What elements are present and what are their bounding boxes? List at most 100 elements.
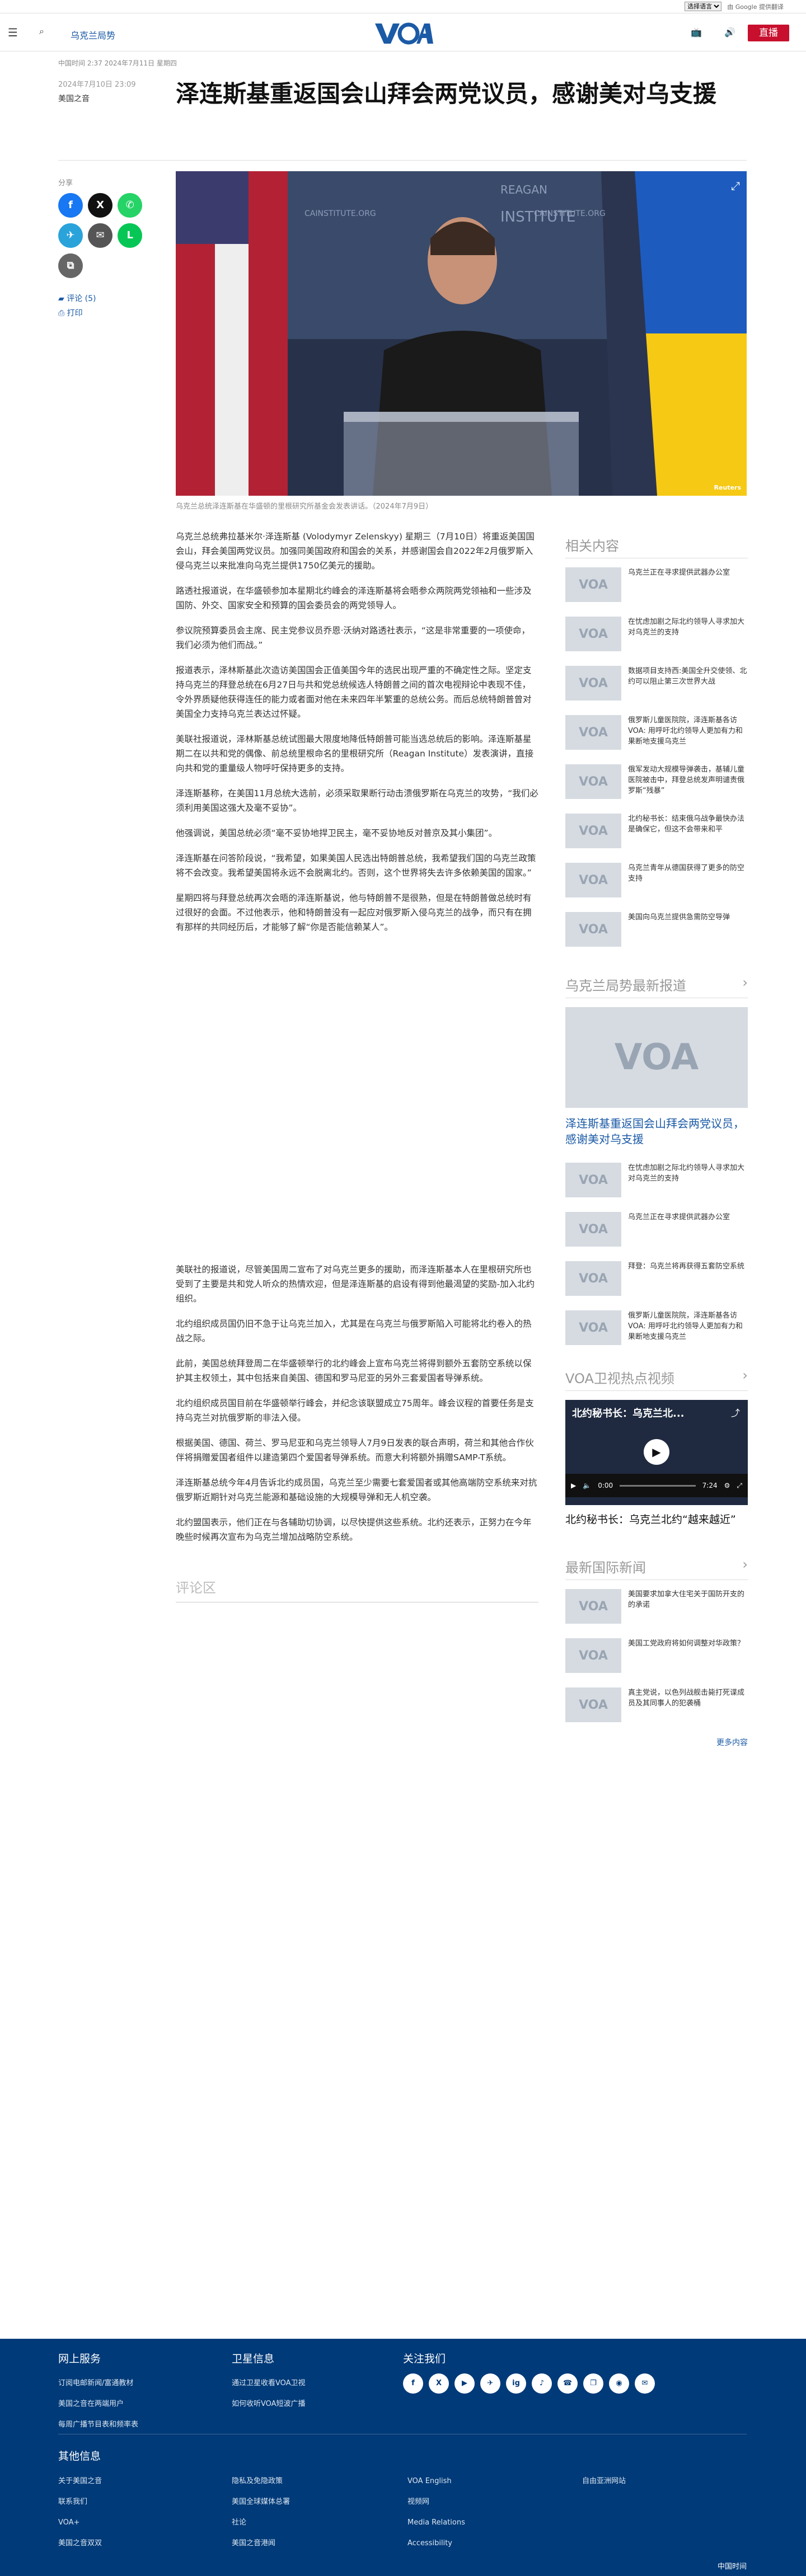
voa-logo[interactable] bbox=[374, 21, 433, 45]
youtube-icon[interactable]: ▶ bbox=[454, 2373, 475, 2394]
telegram-share-icon[interactable]: ✈ bbox=[58, 223, 83, 248]
line-share-icon[interactable]: L bbox=[118, 223, 143, 248]
related-item[interactable]: VOA 俄罗斯儿童医院院，泽连斯基各访VOA: 用呼吁北约领导人更加有力和果断地支… bbox=[565, 715, 748, 753]
x-icon[interactable]: X bbox=[429, 2373, 449, 2394]
share-panel: 分享 f X ✆ ✈ ✉ L ⧉ ▰ 评论 (5) ⎙ 打印 bbox=[58, 177, 159, 321]
footer-link[interactable]: VOA English bbox=[407, 2471, 465, 2492]
latest-ukraine-news: 乌克兰局势最新报道 › VOA 泽连斯基重返国会山拜会两党议员，感谢美对乌支援 V… bbox=[565, 975, 748, 1360]
footer-link[interactable]: 自由亚洲网站 bbox=[582, 2471, 626, 2492]
related-item[interactable]: VOA 美国向乌克兰提供急需防空导弹 bbox=[565, 912, 748, 950]
featured-title[interactable]: 泽连斯基重返国会山拜会两党议员，感谢美对乌支援 bbox=[565, 1116, 748, 1147]
footer-link[interactable]: 美国之音双双 bbox=[58, 2533, 102, 2554]
footer-link[interactable]: 关于美国之音 bbox=[58, 2471, 102, 2492]
footer-link[interactable]: 美国全球媒体总署 bbox=[232, 2492, 290, 2512]
footer-link[interactable]: 美国之音港闻 bbox=[232, 2533, 290, 2554]
print-icon: ⎙ bbox=[58, 309, 67, 318]
featured-thumbnail[interactable]: VOA bbox=[565, 1007, 748, 1108]
print-link[interactable]: ⎙ 打印 bbox=[58, 306, 159, 321]
play-icon[interactable]: ▶ bbox=[644, 1439, 669, 1465]
telegram-icon[interactable]: ✈ bbox=[480, 2373, 500, 2394]
instagram-icon[interactable]: ig bbox=[506, 2373, 526, 2394]
thumbnail-voa-icon: VOA bbox=[565, 1310, 621, 1345]
share-icon[interactable]: ⤴ bbox=[731, 1405, 740, 1419]
author[interactable]: 美国之音 bbox=[58, 93, 90, 104]
footer-link[interactable]: 隐私及免隐政策 bbox=[232, 2471, 290, 2492]
hero-photo[interactable]: REAGAN INSTITUTE CAINSTITUTE.ORG CAINSTI… bbox=[176, 171, 747, 496]
footer-link[interactable]: 每周广播节目表和频率表 bbox=[58, 2414, 138, 2435]
intl-item[interactable]: VOA 美国工党政府将如何调整对华政策？ bbox=[565, 1638, 748, 1676]
footer-link[interactable]: Media Relations bbox=[407, 2512, 465, 2533]
backdrop-text: REAGAN bbox=[500, 183, 547, 196]
footer-link[interactable]: 联系我们 bbox=[58, 2492, 102, 2512]
latest-item[interactable]: VOA 在忧虑加剧之际北约领导人寻求加大对乌克兰的支持 bbox=[565, 1163, 748, 1201]
related-item[interactable]: VOA 乌克兰青年从德国获得了更多的防空支持 bbox=[565, 863, 748, 901]
section-link[interactable]: 乌克兰局势 bbox=[71, 28, 115, 41]
latest-heading[interactable]: 乌克兰局势最新报道 › bbox=[565, 975, 748, 998]
email-icon[interactable]: ✉ bbox=[635, 2373, 655, 2394]
related-item[interactable]: VOA 俄军发动大规模导弹袭击，基辅儿童医院被击中，拜登总统发声明谴责俄罗斯“残暴… bbox=[565, 764, 748, 802]
footer-link[interactable]: 视频网 bbox=[407, 2492, 465, 2512]
footer-follow-us: 关注我们 f X ▶ ✈ ig ♪ ☎ ❐ ◉ ✉ bbox=[403, 2349, 660, 2394]
whatsapp-share-icon[interactable]: ✆ bbox=[118, 193, 143, 218]
related-item[interactable]: VOA 北约秘书长：结束俄乌战争最快办法是确保它，但这不会带来和平 bbox=[565, 814, 748, 852]
chevron-right-icon: › bbox=[742, 1557, 748, 1572]
international-news: 最新国际新闻 › VOA 美国要求加拿大住宅关于国防开支的的承诺 VOA 美国工党政府… bbox=[565, 1557, 748, 1748]
facebook-share-icon[interactable]: f bbox=[58, 193, 83, 218]
thumbnail-voa-icon: VOA bbox=[565, 666, 621, 701]
tv-icon[interactable]: 📺 bbox=[691, 27, 702, 37]
footer-link[interactable]: 通过卫星收看VOA卫视 bbox=[232, 2373, 306, 2394]
seek-bar[interactable] bbox=[620, 1484, 696, 1487]
footer-link[interactable]: 如何收听VOA短波广播 bbox=[232, 2394, 306, 2414]
play-icon[interactable]: ▶ bbox=[571, 1482, 576, 1489]
total-time: 7:24 bbox=[702, 1482, 718, 1489]
intl-item[interactable]: VOA 真主党说，以色列战舰击毙打死谍成员及其同事人的犯袭桶 bbox=[565, 1687, 748, 1726]
radio-icon[interactable]: 🔊 bbox=[724, 27, 735, 37]
video-heading[interactable]: VOA卫视热点视频 › bbox=[565, 1367, 748, 1391]
footer-link[interactable]: Accessibility bbox=[407, 2533, 465, 2554]
footer-link[interactable]: 订阅电邮新闻/富通教材 bbox=[58, 2373, 138, 2394]
related-item[interactable]: VOA 乌克兰正在寻求提供武器办公室 bbox=[565, 567, 748, 605]
settings-icon[interactable]: ⚙ bbox=[724, 1482, 730, 1489]
thumbnail-voa-icon: VOA bbox=[565, 567, 621, 602]
search-icon[interactable]: ⌕ bbox=[39, 26, 44, 37]
live-button[interactable]: 直播 bbox=[748, 25, 789, 41]
fullscreen-icon[interactable]: ⤢ bbox=[737, 1482, 742, 1490]
thumbnail-voa-icon: VOA bbox=[565, 715, 621, 750]
latest-item[interactable]: VOA 俄罗斯儿童医院院，泽连斯基各访VOA: 用呼吁北约领导人更加有力和果断地支… bbox=[565, 1310, 748, 1348]
x-share-icon[interactable]: X bbox=[88, 193, 113, 218]
footer-link[interactable]: 美国之音在两端用户 bbox=[58, 2394, 138, 2414]
footer-other-info: 其他信息 bbox=[58, 2450, 101, 2462]
email-share-icon[interactable]: ✉ bbox=[88, 223, 113, 248]
link-icon[interactable]: ◉ bbox=[609, 2373, 629, 2394]
intl-item[interactable]: VOA 美国要求加拿大住宅关于国防开支的的承诺 bbox=[565, 1589, 748, 1627]
tiktok-icon[interactable]: ♪ bbox=[532, 2373, 552, 2394]
photo-caption: 乌克兰总统泽连斯基在华盛顿的里根研究所基金会发表讲话。（2024年7月9日） bbox=[176, 502, 433, 511]
paragraph: 泽连斯基在问答阶段说，“我希望，如果美国人民选出特朗普总统，我希望我们国的乌克兰… bbox=[176, 853, 536, 878]
footer-online-services: 网上服务 订阅电邮新闻/富通教材 美国之音在两端用户 每周广播节目表和频率表 bbox=[58, 2349, 138, 2435]
hamburger-menu-icon[interactable]: ☰ bbox=[8, 26, 18, 39]
podcast-icon[interactable]: ☎ bbox=[557, 2373, 578, 2394]
comment-icon: ▰ bbox=[58, 294, 67, 303]
volume-icon[interactable]: 🔈 bbox=[583, 1482, 591, 1489]
paragraph: 美联社报道说，泽林斯基总统试图最大限度地降低特朗普可能当选总统后的影响。泽连斯基… bbox=[176, 734, 534, 773]
comments-link[interactable]: ▰ 评论 (5) bbox=[58, 292, 159, 306]
copy-link-icon[interactable]: ⧉ bbox=[58, 253, 83, 278]
thumbnail-voa-icon: VOA bbox=[565, 1163, 621, 1197]
fullscreen-icon[interactable]: ⤢ bbox=[731, 179, 740, 192]
intl-heading[interactable]: 最新国际新闻 › bbox=[565, 1557, 748, 1580]
thumbnail-voa-icon: VOA bbox=[565, 764, 621, 799]
more-news-link[interactable]: 更多内容 bbox=[565, 1737, 748, 1748]
latest-item[interactable]: VOA 拜登：乌克兰将再获得五套防空系统 bbox=[565, 1261, 748, 1299]
paragraph: 美联社的报道说，尽管美国周二宣布了对乌克兰更多的援助，而泽连斯基本人在里根研究所… bbox=[176, 1265, 535, 1304]
rss-icon[interactable]: ❐ bbox=[583, 2373, 603, 2394]
footer-link[interactable]: VOA+ bbox=[58, 2512, 102, 2533]
language-select[interactable]: 选择语言 bbox=[685, 2, 722, 11]
comments-section-heading[interactable]: 评论区 bbox=[176, 1577, 538, 1602]
video-title[interactable]: 北约秘书长：乌克兰北约“越来越近” bbox=[565, 1512, 748, 1527]
latest-item[interactable]: VOA 乌克兰正在寻求提供武器办公室 bbox=[565, 1212, 748, 1250]
related-item[interactable]: VOA 在忧虑加剧之际北约领导人寻求加大对乌克兰的支持 bbox=[565, 617, 748, 655]
facebook-icon[interactable]: f bbox=[403, 2373, 423, 2394]
footer-language[interactable]: 中国时间 bbox=[718, 2560, 747, 2571]
footer-link[interactable]: 社论 bbox=[232, 2512, 290, 2533]
related-item[interactable]: VOA 数据项目支持西:美国全升交使领、北约可以阻止第三次世界大战 bbox=[565, 666, 748, 704]
